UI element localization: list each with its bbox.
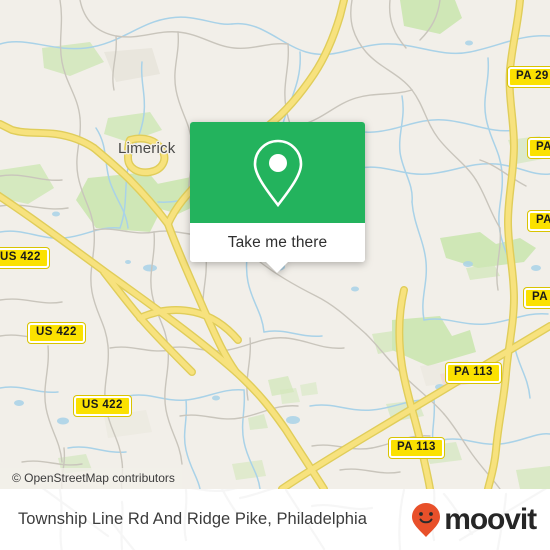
highway-shield-pa113-b: PA 113	[389, 438, 444, 458]
moovit-map-screenshot: Limerick US 422 US 422 US 422 PA 29 PA P…	[0, 0, 550, 550]
location-title: Township Line Rd And Ridge Pike, Philade…	[18, 510, 367, 528]
highway-shield-pa-c: PA 2	[524, 288, 550, 308]
highway-shield-pa-b: PA	[528, 211, 550, 231]
callout-body: Take me there	[190, 122, 365, 262]
highway-shield-us422-c: US 422	[74, 396, 131, 416]
highway-shield-pa29: PA 29	[508, 67, 550, 87]
callout-image-area	[190, 122, 365, 223]
highway-shield-us422-a: US 422	[0, 248, 49, 268]
moovit-wordmark: moovit	[444, 502, 537, 536]
moovit-logo: moovit	[411, 502, 537, 538]
callout-pointer	[265, 262, 288, 273]
highway-shield-pa113-a: PA 113	[446, 363, 501, 383]
map-place-label-limerick: Limerick	[118, 140, 176, 157]
map-canvas[interactable]: Limerick US 422 US 422 US 422 PA 29 PA P…	[0, 0, 550, 489]
footer-content: Township Line Rd And Ridge Pike, Philade…	[0, 489, 550, 550]
map-attribution: © OpenStreetMap contributors	[0, 468, 182, 489]
moovit-pin-icon	[412, 502, 441, 537]
map-pin-icon	[253, 139, 302, 207]
take-me-there-button[interactable]: Take me there	[190, 223, 365, 262]
footer-bar: Township Line Rd And Ridge Pike, Philade…	[0, 489, 550, 550]
highway-shield-pa-a: PA	[528, 138, 550, 158]
highway-shield-us422-b: US 422	[28, 323, 85, 343]
destination-callout[interactable]: Take me there	[190, 122, 365, 273]
